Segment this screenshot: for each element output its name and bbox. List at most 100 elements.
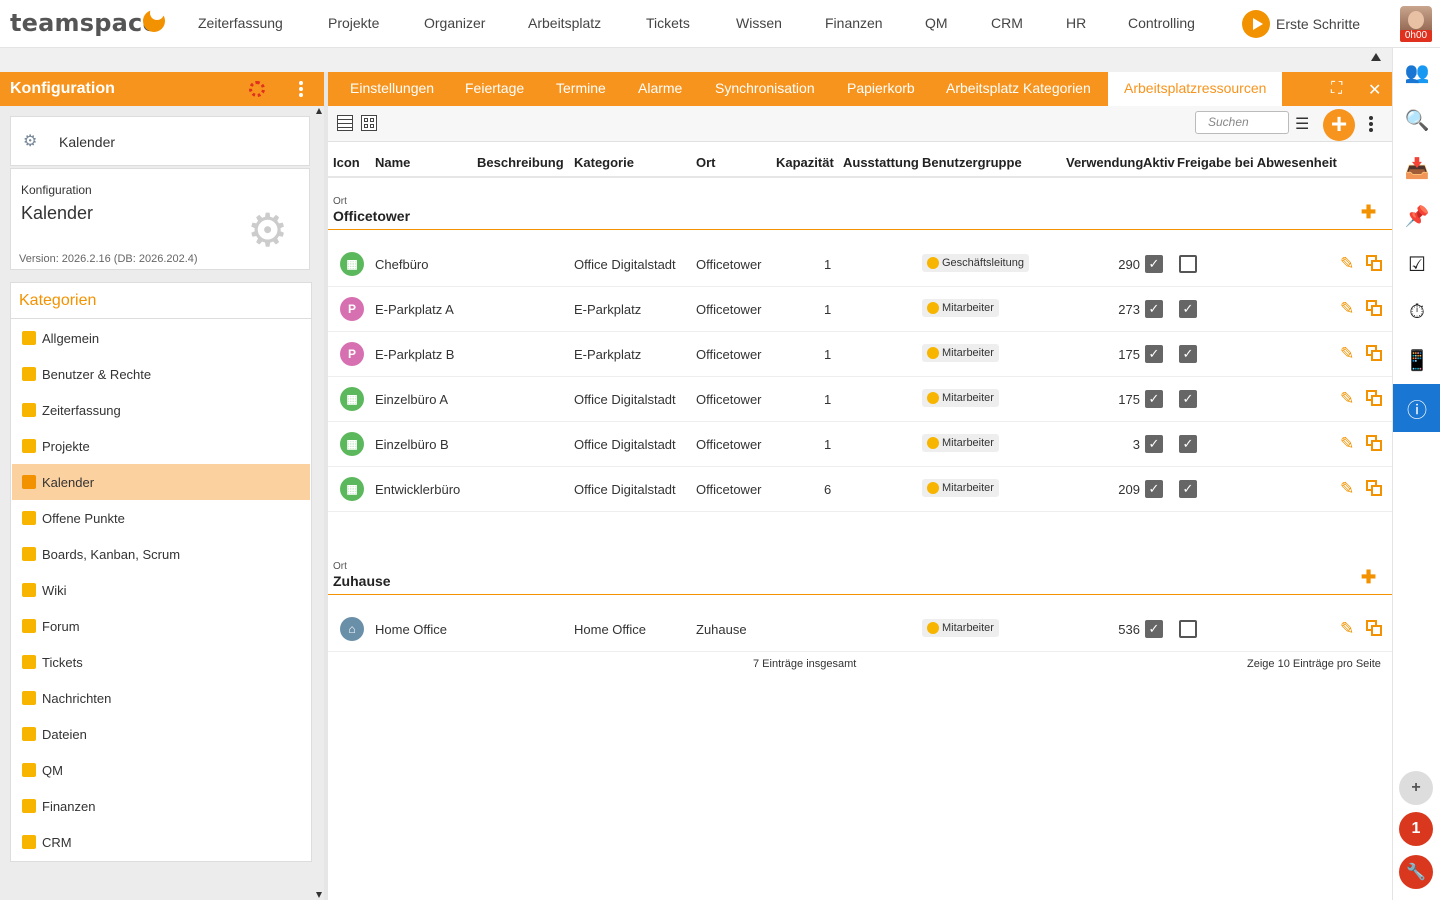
category-item[interactable]: Wiki [12,572,310,608]
active-checkbox[interactable]: ✓ [1145,435,1163,453]
col-ausstattung[interactable]: Ausstattung [843,155,919,170]
col-beschreibung[interactable]: Beschreibung [477,155,564,170]
duplicate-icon[interactable] [1366,390,1382,406]
col-ort[interactable]: Ort [696,155,716,170]
pin-icon[interactable]: 📌 [1393,192,1440,240]
row-name[interactable]: Einzelbüro B [375,437,449,452]
table-row[interactable]: P E-Parkplatz A E-Parkplatz Officetower 1 Mit… [328,287,1392,332]
tab-feiertage[interactable]: Feiertage [465,72,524,106]
category-item[interactable]: Boards, Kanban, Scrum [12,536,310,572]
row-name[interactable]: Entwicklerbüro [375,482,460,497]
group-add-icon[interactable]: ✚ [1361,567,1381,587]
col-freigabe[interactable]: Freigabe bei Abwesenheit [1177,155,1337,170]
category-item[interactable]: Tickets [12,644,310,680]
edit-icon[interactable]: ✎ [1340,479,1354,499]
table-row[interactable]: ⌂ Home Office Home Office Zuhause Mitarbeite… [328,607,1392,652]
info-icon[interactable]: ⓘ [1393,384,1440,432]
active-checkbox[interactable]: ✓ [1145,620,1163,638]
mobile-icon[interactable]: 📱 [1393,336,1440,384]
filter-icon[interactable]: ☰ [1295,114,1309,134]
config-menu-icon[interactable] [299,81,303,97]
row-name[interactable]: Einzelbüro A [375,392,448,407]
group-add-icon[interactable]: ✚ [1361,202,1381,222]
release-checkbox[interactable]: ✓ [1179,300,1197,318]
release-checkbox[interactable] [1179,620,1197,638]
release-checkbox[interactable] [1179,255,1197,273]
duplicate-icon[interactable] [1366,255,1382,271]
table-row[interactable]: ▦ Einzelbüro A Office Digitalstadt Officeto… [328,377,1392,422]
category-item[interactable]: Zeiterfassung [12,392,310,428]
toolbar-menu-icon[interactable] [1369,116,1373,132]
active-checkbox[interactable]: ✓ [1145,255,1163,273]
col-kapazitaet[interactable]: Kapazität [776,155,834,170]
row-name[interactable]: Chefbüro [375,257,428,272]
wrench-icon[interactable]: 🔧 [1399,855,1433,889]
settings-gear-icon[interactable] [249,81,265,97]
tab-arbeitsplatz-kategorien[interactable]: Arbeitsplatz Kategorien [946,72,1091,106]
duplicate-icon[interactable] [1366,620,1382,636]
release-checkbox[interactable]: ✓ [1179,480,1197,498]
nav-wissen[interactable]: Wissen [736,0,782,46]
active-checkbox[interactable]: ✓ [1145,480,1163,498]
nav-projekte[interactable]: Projekte [328,0,379,46]
tab-arbeitsplatzressourcen[interactable]: Arbeitsplatzressourcen [1108,72,1283,106]
category-item[interactable]: QM [12,752,310,788]
duplicate-icon[interactable] [1366,480,1382,496]
nav-crm[interactable]: CRM [991,0,1023,46]
inbox-icon[interactable]: 📥 [1393,144,1440,192]
timer-icon[interactable]: ⏱ [1393,288,1440,336]
search-input[interactable]: Suchen [1195,111,1289,134]
category-item[interactable]: Kalender [12,464,310,500]
left-scrollbar[interactable] [314,106,324,900]
tab-synchronisation[interactable]: Synchronisation [715,72,815,106]
close-icon[interactable]: ✕ [1368,80,1381,100]
add-widget-button[interactable]: + [1399,771,1433,805]
category-item[interactable]: Projekte [12,428,310,464]
maximize-icon[interactable]: ⛶ [1331,80,1342,98]
nav-zeiterfassung[interactable]: Zeiterfassung [198,0,283,46]
nav-tickets[interactable]: Tickets [646,0,690,46]
category-item[interactable]: Dateien [12,716,310,752]
users-icon[interactable]: 👥 [1393,48,1440,96]
col-icon[interactable]: Icon [333,155,360,170]
row-name[interactable]: E-Parkplatz B [375,347,454,362]
release-checkbox[interactable]: ✓ [1179,435,1197,453]
edit-icon[interactable]: ✎ [1340,619,1354,639]
edit-icon[interactable]: ✎ [1340,434,1354,454]
category-item[interactable]: Nachrichten [12,680,310,716]
table-row[interactable]: ▦ Chefbüro Office Digitalstadt Officetower 1… [328,242,1392,287]
scroll-up-icon[interactable] [316,108,322,114]
list-view-icon[interactable] [337,115,353,131]
page-size-selector[interactable]: Zeige 10 Einträge pro Seite [1247,658,1381,670]
nav-qm[interactable]: QM [925,0,948,46]
col-aktiv[interactable]: Aktiv [1143,155,1175,170]
col-kategorie[interactable]: Kategorie [574,155,634,170]
tab-termine[interactable]: Termine [556,72,606,106]
erste-schritte-button[interactable]: Erste Schritte [1242,10,1360,38]
table-row[interactable]: P E-Parkplatz B E-Parkplatz Officetower 1 Mit… [328,332,1392,377]
edit-icon[interactable]: ✎ [1340,344,1354,364]
nav-hr[interactable]: HR [1066,0,1086,46]
duplicate-icon[interactable] [1366,435,1382,451]
edit-icon[interactable]: ✎ [1340,299,1354,319]
nav-organizer[interactable]: Organizer [424,0,485,46]
category-item[interactable]: Allgemein [12,320,310,356]
active-checkbox[interactable]: ✓ [1145,390,1163,408]
category-item[interactable]: CRM [12,824,310,860]
category-item[interactable]: Finanzen [12,788,310,824]
add-resource-button[interactable]: + [1323,109,1355,141]
edit-icon[interactable]: ✎ [1340,254,1354,274]
category-item[interactable]: Forum [12,608,310,644]
tab-einstellungen[interactable]: Einstellungen [350,72,434,106]
nav-arbeitsplatz[interactable]: Arbeitsplatz [528,0,601,46]
search-icon[interactable]: 🔍 [1393,96,1440,144]
tab-papierkorb[interactable]: Papierkorb [847,72,915,106]
active-checkbox[interactable]: ✓ [1145,345,1163,363]
scroll-down-icon[interactable] [316,892,322,898]
tasks-icon[interactable]: ☑ [1393,240,1440,288]
category-item[interactable]: Offene Punkte [12,500,310,536]
duplicate-icon[interactable] [1366,300,1382,316]
category-item[interactable]: Benutzer & Rechte [12,356,310,392]
table-row[interactable]: ▦ Einzelbüro B Office Digitalstadt Officeto… [328,422,1392,467]
col-verwendung[interactable]: Verwendung [1066,155,1143,170]
